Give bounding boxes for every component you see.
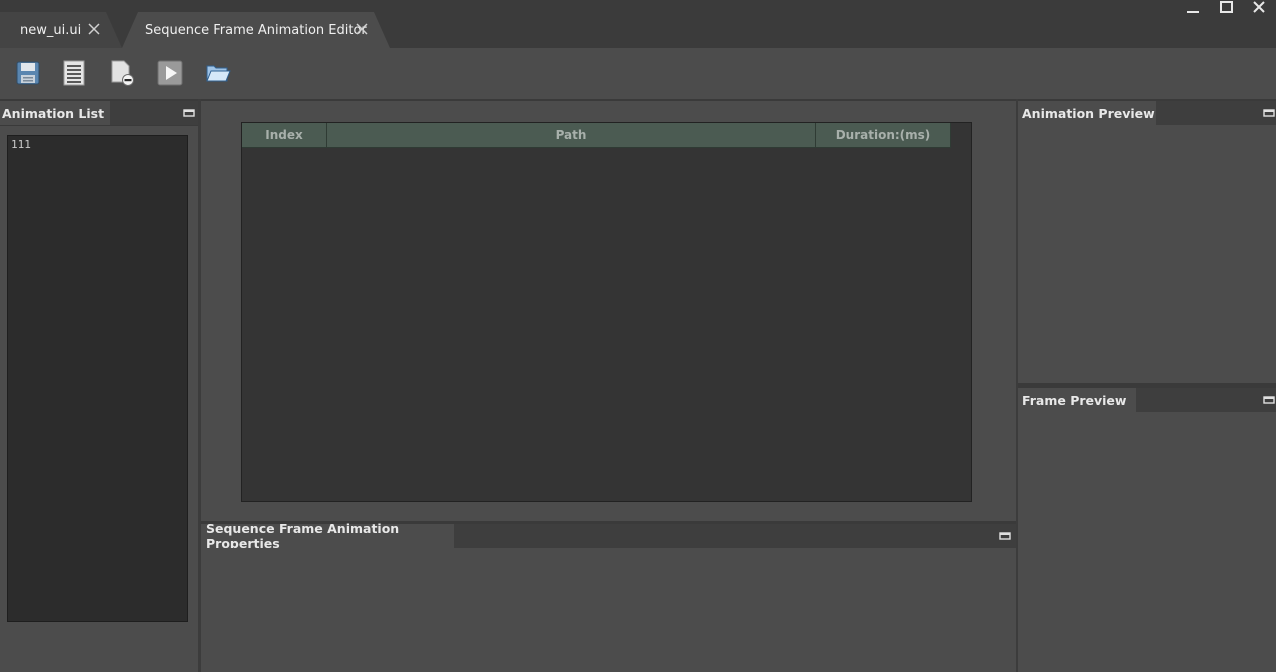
tab-sequence-frame-animation-editor[interactable]: Sequence Frame Animation Editor — [122, 12, 390, 48]
minimize-icon — [1187, 11, 1199, 13]
float-panel-icon[interactable] — [999, 530, 1011, 542]
panel-header: Sequence Frame Animation Properties — [201, 521, 1016, 551]
panel-header: Frame Preview — [1018, 388, 1276, 412]
minimize-button[interactable] — [1177, 0, 1210, 18]
list-item[interactable]: 111 — [11, 138, 31, 151]
frame-preview-area — [1018, 412, 1276, 672]
play-icon[interactable] — [157, 60, 183, 86]
float-panel-icon[interactable] — [1263, 394, 1275, 406]
close-icon — [1253, 1, 1265, 13]
panel-title: Animation Preview — [1022, 105, 1155, 121]
animation-preview-area — [1018, 125, 1276, 383]
panel-title: Sequence Frame Animation Properties — [206, 521, 400, 551]
close-window-button[interactable] — [1243, 0, 1276, 18]
tab-label: Sequence Frame Animation Editor — [145, 22, 367, 38]
remove-file-icon[interactable] — [109, 60, 135, 86]
list-icon[interactable] — [61, 60, 87, 86]
animation-list-panel: Animation List 111 — [0, 99, 198, 672]
float-panel-icon[interactable] — [1263, 107, 1275, 119]
frame-table-container: Index Path Duration:(ms) — [201, 101, 1016, 521]
float-panel-icon[interactable] — [183, 107, 195, 119]
animation-list[interactable]: 111 — [7, 135, 188, 622]
frame-table[interactable]: Index Path Duration:(ms) — [241, 122, 972, 502]
close-icon[interactable] — [87, 22, 101, 36]
animation-list-container: 111 — [0, 126, 198, 672]
preview-panels: Animation Preview Frame Preview — [1018, 99, 1276, 672]
column-header-path[interactable]: Path — [327, 123, 816, 148]
properties-panel-content — [201, 548, 1016, 672]
column-header-index[interactable]: Index — [242, 123, 327, 148]
panel-title: Animation List — [2, 105, 105, 121]
panel-header: Animation Preview — [1018, 101, 1276, 125]
save-icon[interactable] — [15, 60, 41, 86]
column-header-duration[interactable]: Duration:(ms) — [816, 123, 951, 148]
table-header: Index Path Duration:(ms) — [242, 123, 951, 148]
tab-bar: new_ui.ui Sequence Frame Animation Edito… — [0, 0, 1276, 48]
open-folder-icon[interactable] — [205, 60, 231, 86]
close-icon[interactable] — [355, 22, 369, 36]
tab-label: new_ui.ui — [20, 22, 82, 38]
panel-title: Frame Preview — [1022, 392, 1127, 408]
maximize-icon — [1220, 1, 1233, 13]
toolbar — [0, 48, 1276, 99]
center-panel: Index Path Duration:(ms) Sequence Frame … — [201, 99, 1016, 672]
panel-header: Animation List — [0, 101, 198, 125]
tab-new-ui[interactable]: new_ui.ui — [0, 12, 122, 48]
window-controls — [1177, 0, 1276, 18]
maximize-button[interactable] — [1210, 0, 1243, 18]
